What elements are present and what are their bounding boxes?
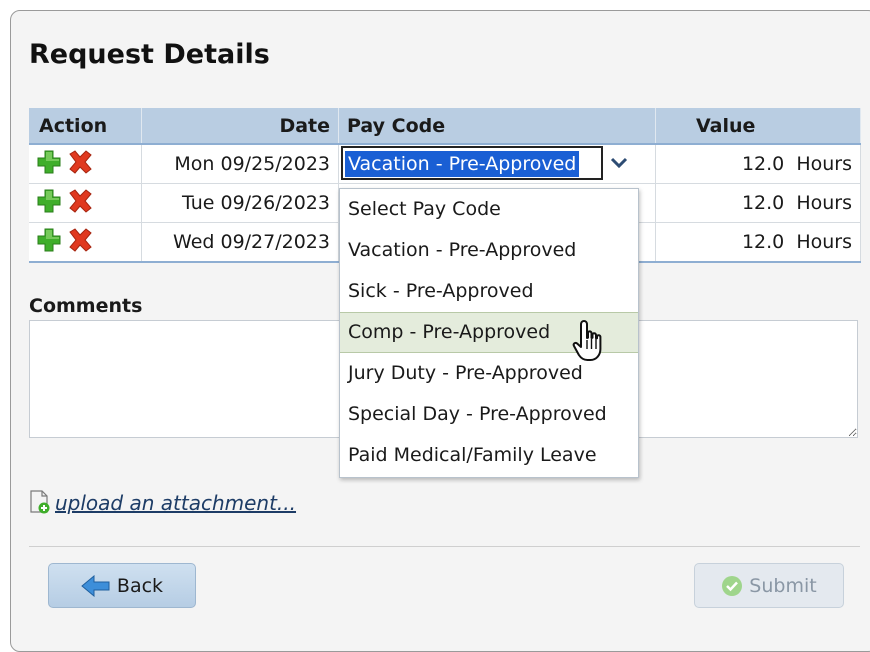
hand-pointer-cursor-icon	[570, 318, 610, 370]
pay-code-select[interactable]: Vacation - Pre-Approved	[341, 145, 635, 180]
pay-code-option[interactable]: Select Pay Code	[340, 189, 638, 230]
comments-label: Comments	[29, 295, 143, 317]
table-header-row: Action Date Pay Code Value	[29, 108, 861, 145]
action-cell	[29, 222, 142, 263]
header-value: Value	[655, 108, 861, 145]
pay-code-option[interactable]: Sick - Pre-Approved	[340, 271, 638, 312]
pay-code-select-box[interactable]: Vacation - Pre-Approved	[341, 145, 603, 180]
date-cell: Wed 09/27/2023	[141, 222, 339, 263]
add-file-icon	[30, 490, 50, 514]
submit-button[interactable]: Submit	[694, 563, 844, 608]
action-cell	[29, 183, 142, 223]
action-cell	[29, 144, 142, 184]
header-pay-code: Pay Code	[338, 108, 656, 145]
remove-row-icon[interactable]	[67, 227, 93, 257]
remove-row-icon[interactable]	[67, 188, 93, 218]
date-cell: Mon 09/25/2023	[141, 144, 339, 184]
value-cell: 12.0 Hours	[655, 222, 861, 263]
pay-code-option[interactable]: Vacation - Pre-Approved	[340, 230, 638, 271]
chevron-down-icon[interactable]	[603, 146, 635, 178]
upload-attachment-link[interactable]: upload an attachment...	[29, 490, 296, 515]
pay-code-option[interactable]: Paid Medical/Family Leave	[340, 435, 638, 476]
remove-row-icon[interactable]	[67, 149, 93, 179]
value-cell: 12.0 Hours	[655, 183, 861, 223]
submit-button-label: Submit	[749, 574, 817, 597]
header-date: Date	[141, 108, 339, 145]
add-row-icon[interactable]	[37, 189, 61, 218]
add-row-icon[interactable]	[37, 228, 61, 257]
pay-code-option[interactable]: Special Day - Pre-Approved	[340, 394, 638, 435]
pay-code-cell: Vacation - Pre-Approved	[338, 144, 656, 184]
back-button-label: Back	[116, 574, 164, 597]
add-row-icon[interactable]	[37, 150, 61, 179]
page-title: Request Details	[29, 39, 270, 70]
arrow-left-icon	[81, 574, 110, 597]
upload-link-text: upload an attachment...	[55, 491, 297, 515]
header-action: Action	[29, 108, 142, 145]
divider	[29, 546, 860, 547]
date-cell: Tue 09/26/2023	[141, 183, 339, 223]
check-circle-icon	[722, 575, 743, 596]
table-row: Mon 09/25/2023 Vacation - Pre-Approved 1…	[29, 144, 861, 184]
back-button[interactable]: Back	[48, 563, 196, 608]
pay-code-selected-value: Vacation - Pre-Approved	[345, 150, 580, 177]
value-cell: 12.0 Hours	[655, 144, 861, 184]
